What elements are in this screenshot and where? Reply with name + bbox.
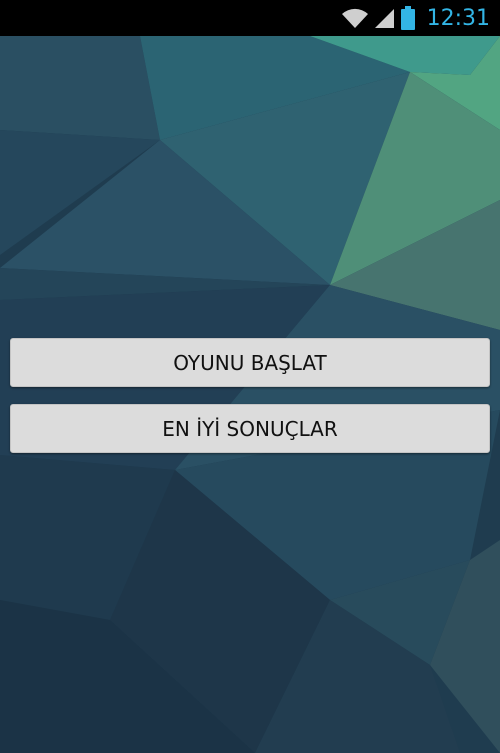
signal-icon xyxy=(374,9,394,28)
background-polygon-art xyxy=(0,36,500,753)
high-scores-button[interactable]: EN İYİ SONUÇLAR xyxy=(10,404,490,453)
status-icons: 12:31 xyxy=(341,0,490,36)
wifi-icon xyxy=(341,8,368,28)
app-screen: 12:31 OYUNU BAŞLAT EN İYİ SONUÇLAR xyxy=(0,0,500,753)
status-bar: 12:31 xyxy=(0,0,500,36)
status-clock: 12:31 xyxy=(426,5,490,31)
battery-icon xyxy=(400,6,415,30)
start-game-button[interactable]: OYUNU BAŞLAT xyxy=(10,338,490,387)
